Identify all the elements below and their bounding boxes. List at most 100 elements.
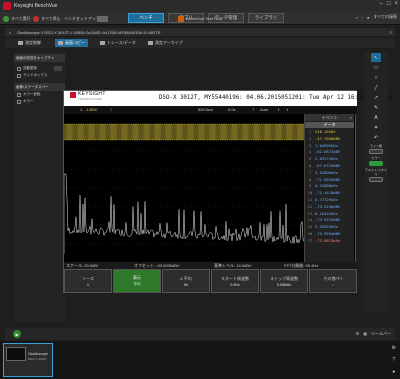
checkbox[interactable] <box>17 92 21 97</box>
softkey-label: スタート周波数 <box>221 275 249 281</box>
interval-field[interactable] <box>54 66 62 71</box>
meas-value: -73.0813kHz <box>315 237 341 243</box>
meas-value: 1.04909kHz <box>315 142 338 148</box>
text-tool-icon[interactable]: A <box>371 113 381 122</box>
invert-color-row[interactable]: カラー反転 <box>14 91 65 98</box>
help-icon[interactable]: ? <box>392 357 395 363</box>
play-icon: ▶ <box>15 331 19 337</box>
softkey-label: ソース <box>82 275 94 281</box>
instrument-thumbnail[interactable]: Oscilloscope DSO-X 3012T <box>3 343 53 377</box>
document-menu-icon[interactable]: ≡ <box>390 30 392 35</box>
ch2-indicator: 2 <box>110 107 113 112</box>
text-style-selector[interactable] <box>369 177 383 182</box>
meas-value: 8.16422kHz <box>315 210 338 216</box>
play-icon <box>3 15 9 22</box>
meas-row: 16 -73.9594dBV <box>305 231 354 238</box>
row-label: 自動更新 <box>23 66 37 70</box>
color-selector[interactable] <box>369 161 383 166</box>
meas-index: 10 <box>307 190 313 196</box>
checkbox[interactable] <box>17 73 21 78</box>
settings-button[interactable] <box>97 14 103 23</box>
tab-bench[interactable]: ベンチ <box>128 13 164 23</box>
line-width-selector[interactable] <box>369 149 383 154</box>
softkey-stop-freq: ストップ周波数 5.00MHz <box>260 269 308 293</box>
trigger-slope: f <box>278 107 280 112</box>
gear-icon[interactable]: ⚙ <box>356 331 360 337</box>
ellipse-tool-icon[interactable]: ○ <box>371 73 381 82</box>
keysight-icon[interactable]: ● <box>392 369 395 375</box>
benchvue-app: Keysight BenchVue – □ × すべて実行 すべて停止 ベンチセ… <box>0 0 400 379</box>
select-tool-icon[interactable]: ↖ <box>371 53 381 62</box>
meas-value: -67.6725dBV <box>315 162 341 168</box>
softkey-value: 5.00MHz <box>276 282 291 287</box>
connections-label[interactable]: すべての接続 <box>373 14 397 20</box>
checkbox[interactable] <box>17 66 21 71</box>
sandbox-row[interactable]: サンドボックス <box>14 72 65 79</box>
trigger-indicator: T <box>252 107 255 112</box>
softkey-label: ストップ周波数 <box>270 275 298 281</box>
user-icon[interactable]: ● <box>367 15 369 20</box>
minimize-icon[interactable]: – <box>380 1 383 7</box>
meas-value: 4.31888kHz <box>315 183 338 189</box>
subtab-archive[interactable]: 測定アーカイブ <box>145 39 186 47</box>
scope-info: DSO-X 3012T, MY55440196: 04.06.201505120… <box>159 95 393 101</box>
maximize-icon[interactable]: □ <box>387 1 391 7</box>
arrow-tool-icon[interactable]: ↗ <box>371 93 381 102</box>
save-icon[interactable]: ▪ <box>356 15 357 20</box>
trigger-mode: Auto <box>260 107 269 112</box>
ch1-indicator: 1 <box>80 107 83 112</box>
control-icon <box>18 41 23 45</box>
close-icon[interactable]: × <box>394 1 398 7</box>
trigger-source: 1 <box>286 107 289 112</box>
run-all-button[interactable]: すべて実行 <box>3 14 31 23</box>
meas-value: -47.7050dBV <box>315 135 341 141</box>
meas-row: 9 4.31888kHz <box>305 183 354 190</box>
close-document-icon[interactable]: × <box>9 30 11 35</box>
subtab-screen-copy[interactable]: 画面コピー <box>55 39 88 47</box>
stop-all-label: すべて停止 <box>41 15 61 21</box>
color-row[interactable]: カラー <box>14 98 65 105</box>
pen-tool-icon[interactable]: ✎ <box>371 103 381 112</box>
instrument-subtabs: 測定制御 画面コピー トレース/データ 測定アーカイブ <box>5 38 395 48</box>
checkbox[interactable] <box>17 99 21 104</box>
meas-index: 13 <box>307 210 313 216</box>
meas-row: 7 3.52808kHz <box>305 170 354 177</box>
folder-icon[interactable]: ▫ <box>362 15 363 20</box>
title-bar: Keysight BenchVue – □ × <box>0 0 400 12</box>
meas-row: 4 -62.6872dBV <box>305 149 354 156</box>
undo-tool-icon[interactable]: ↶ <box>371 133 381 142</box>
meas-index: 9 <box>308 183 312 189</box>
document-titlebar: × Oscilloscope // DSO-X 3012T // USB0::0… <box>5 28 395 36</box>
export-icon[interactable]: ▦ <box>363 331 367 337</box>
scope-thumbnail-image <box>6 347 26 361</box>
archive-icon <box>148 41 153 45</box>
auto-update-row[interactable]: 自動更新 <box>14 65 65 72</box>
run-button[interactable]: ▶ <box>13 330 21 338</box>
meas-index: 1 <box>308 129 312 134</box>
meas-row: 12 -73.9246dBV <box>305 204 354 211</box>
meas-row: 15 9.92826kHz <box>305 224 354 231</box>
bottom-bar: ▶ ⚙ ▦ ツールバー <box>5 328 395 340</box>
crop-tool-icon[interactable]: ⌗ <box>371 123 381 132</box>
settings-icon[interactable]: ⚙ <box>392 345 396 351</box>
test-flow-button[interactable]: BenchVue Test Flow <box>178 14 222 23</box>
meas-index: 15 <box>307 224 313 230</box>
tab-library[interactable]: ライブラリ <box>248 13 284 23</box>
toolbar-toggle[interactable]: ツールバー <box>371 331 391 337</box>
subtab-label: トレース/データ <box>107 40 136 45</box>
stop-all-button[interactable]: すべて停止 <box>33 14 61 23</box>
channel1-trace <box>64 123 304 141</box>
subtab-control[interactable]: 測定制御 <box>15 39 44 47</box>
rectangle-tool-icon[interactable]: □ <box>371 63 381 72</box>
softkey-label: その他FFT <box>323 275 343 281</box>
brand-sub: TECHNOLOGIES <box>78 97 102 101</box>
meas-index: 12 <box>307 203 313 209</box>
line-tool-icon[interactable]: ╱ <box>371 83 381 92</box>
meas-index: 17 <box>307 237 313 243</box>
capture-section-header: 画面の回収をキャプチャ <box>14 54 65 62</box>
window-controls: – □ × <box>380 1 398 7</box>
meas-value: 6.77729kHz <box>315 196 338 202</box>
fft-info-line: スケール: 20.0dB/ オフセット: -90.0000dBV 基準レベル: … <box>64 262 357 269</box>
meas-row: 3 1.04909kHz <box>305 143 354 150</box>
subtab-trace-data[interactable]: トレース/データ <box>97 39 139 47</box>
